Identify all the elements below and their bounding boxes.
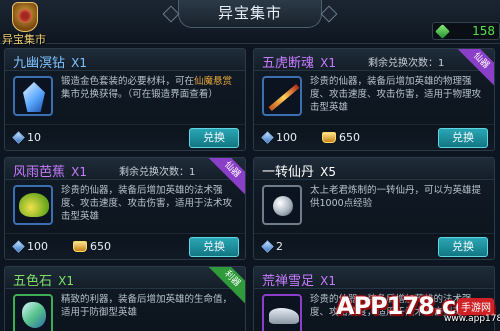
pill-icon [273,196,293,216]
gem-currency-icon [261,131,274,144]
gold-price: 650 [322,131,360,144]
gem-price: 2 [261,240,283,253]
item-icon-frame[interactable] [13,76,53,116]
card-footer: 100 650 兑换 [5,233,245,259]
card-title-bar: 五虎断魂 X1 剩余兑换次数：1 [254,49,494,71]
spear-icon [268,84,300,111]
item-description: 珍贵的仙器，装备后增加英雄的法术强度、攻击速度、攻击伤害，适用于法术攻击型英雄 [61,185,233,222]
exchange-button[interactable]: 兑换 [438,237,488,257]
item-description: 珍贵的仙器，装备后增加英雄的物理强度、攻击速度、攻击伤害，适用于物理攻击型英雄 [310,76,482,113]
gold-currency-icon [322,132,336,143]
item-description: 太上老君炼制的一转仙丹，可以为英雄提供1000点经验 [310,185,482,209]
blue-crystal-icon [23,82,45,112]
currency-amount: 158 [472,24,495,38]
item-name: 五色石 X1 [13,274,75,289]
green-gem-icon [435,24,450,39]
gem-currency-icon [261,240,274,253]
card-title-bar: 五色石 X1 [5,267,245,289]
page-title: 异宝集市 [178,0,322,28]
exchange-button[interactable]: 兑换 [189,237,239,257]
shop-logo[interactable]: 异宝集市 [0,0,52,46]
remaining-exchanges: 剩余兑换次数：1 [119,167,196,178]
card-title-bar: 九幽溟钻 X1 [5,49,245,71]
exchange-button[interactable]: 兑换 [438,128,488,148]
watermark-sub: 手游网 [458,298,494,315]
top-header: 异宝集市 异宝集市 158 [0,0,500,46]
item-card-jiuyou: 九幽溟钻 X1 锻造金色套装的必要材料，可在仙魔悬赏集市兑换获得。（可在锻造界面… [4,48,246,151]
fan-icon [19,193,49,217]
item-icon-frame[interactable] [13,294,53,331]
item-name: 风雨芭蕉 X1 [13,165,88,180]
item-description: 锻造金色套装的必要材料，可在仙魔悬赏集市兑换获得。（可在锻造界面查看） [61,76,233,100]
shop-logo-label: 异宝集市 [2,33,46,46]
card-footer: 2 兑换 [254,233,494,259]
gem-price: 10 [12,131,41,144]
gem-price: 100 [261,131,297,144]
gold-currency-icon [73,241,87,252]
gem-price: 100 [12,240,48,253]
card-title-bar: 风雨芭蕉 X1 剩余兑换次数：1 [5,158,245,180]
item-card-wusechi: 五色石 X1 利器 精致的利器，装备后增加英雄的生命值，适用于防御型英雄 [4,266,246,331]
card-footer: 10 兑换 [5,124,245,150]
stone-icon [22,302,46,328]
site-watermark: APP178.com 手游网 www.app178.com [326,284,500,331]
item-card-fengyu: 风雨芭蕉 X1 剩余兑换次数：1 仙器 珍贵的仙器，装备后增加英雄的法术强度、攻… [4,157,246,260]
item-icon-frame[interactable] [262,185,302,225]
item-name: 九幽溟钻 X1 [13,56,88,71]
currency-display: 158 [432,22,500,40]
exchange-button[interactable]: 兑换 [189,128,239,148]
item-name: 荒禅雪足 X1 [262,274,337,289]
gem-currency-icon [12,240,25,253]
gem-currency-icon [12,131,25,144]
item-icon-frame[interactable] [262,294,302,331]
gold-price: 650 [73,240,111,253]
remaining-exchanges: 剩余兑换次数：1 [368,58,445,69]
card-title-bar: 一转仙丹 X5 [254,158,494,180]
item-name: 五虎断魂 X1 [262,56,337,71]
item-description: 精致的利器，装备后增加英雄的生命值，适用于防御型英雄 [61,294,233,318]
shoe-icon [269,308,299,324]
item-card-wuhu: 五虎断魂 X1 剩余兑换次数：1 仙器 珍贵的仙器，装备后增加英雄的物理强度、攻… [253,48,495,151]
watermark-url: www.app178.com [444,314,500,324]
shop-emblem-icon [12,2,38,32]
item-name: 一转仙丹 X5 [262,165,337,180]
card-footer: 100 650 兑换 [254,124,494,150]
item-icon-frame[interactable] [13,185,53,225]
item-icon-frame[interactable] [262,76,302,116]
item-card-xiandan: 一转仙丹 X5 太上老君炼制的一转仙丹，可以为英雄提供1000点经验 2 兑换 [253,157,495,260]
